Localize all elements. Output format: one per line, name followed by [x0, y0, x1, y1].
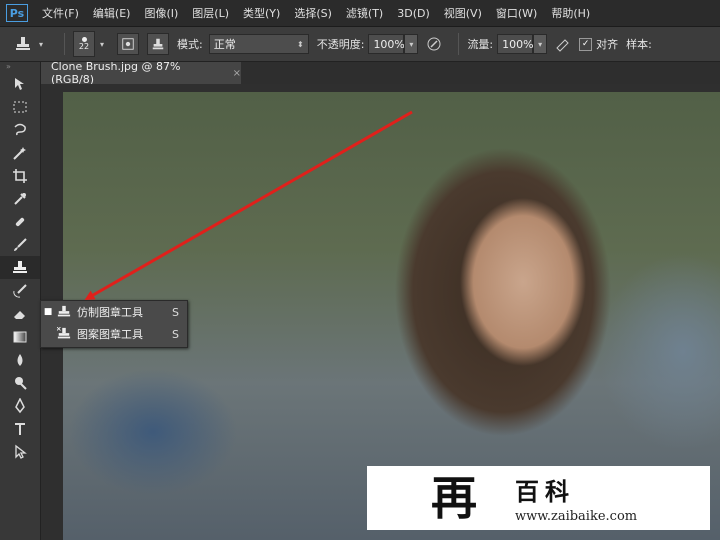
pattern-stamp-icon: [55, 326, 73, 342]
marquee-tool[interactable]: [0, 95, 40, 118]
clone-source-icon: [152, 38, 164, 50]
watermark-url: www.zaibaike.com: [515, 509, 638, 524]
pen-tool[interactable]: [0, 394, 40, 417]
eraser-tool[interactable]: [0, 302, 40, 325]
mode-label: 模式:: [177, 38, 203, 51]
brush-icon: [14, 237, 27, 251]
flyout-item-clone-stamp[interactable]: ■ 仿制图章工具 S: [41, 301, 187, 323]
photoshop-logo: Ps: [6, 4, 28, 22]
magic-wand-tool[interactable]: [0, 141, 40, 164]
opacity-input[interactable]: 100%: [368, 34, 405, 54]
brush-tool[interactable]: [0, 233, 40, 256]
menu-help[interactable]: 帮助(H): [551, 5, 590, 21]
menu-bar: Ps 文件(F) 编辑(E) 图像(I) 图层(L) 类型(Y) 选择(S) 滤…: [0, 0, 720, 27]
clone-stamp-icon: [55, 304, 73, 320]
menu-edit[interactable]: 编辑(E): [93, 5, 131, 21]
pen-icon: [15, 397, 25, 413]
move-tool[interactable]: [0, 72, 40, 95]
collapse-icon[interactable]: »: [0, 62, 40, 72]
history-brush-icon: [13, 283, 27, 298]
stamp-tool-flyout: ■ 仿制图章工具 S 图案图章工具 S: [40, 300, 188, 348]
blur-icon: [17, 353, 23, 366]
menu-window[interactable]: 窗口(W): [496, 5, 537, 21]
aligned-checkbox[interactable]: ✓: [579, 37, 593, 51]
close-icon[interactable]: ×: [233, 68, 241, 79]
airbrush-icon[interactable]: [555, 36, 571, 52]
magic-wand-icon: [13, 146, 26, 160]
type-icon: [15, 422, 25, 435]
mode-value: 正常: [213, 38, 236, 51]
watermark-name: 百科: [515, 477, 575, 506]
menu-view[interactable]: 视图(V): [444, 5, 482, 21]
brush-preset-dropdown[interactable]: ▾: [95, 34, 109, 54]
path-selection-icon: [15, 444, 27, 459]
menu-layer[interactable]: 图层(L): [192, 5, 229, 21]
eraser-icon: [14, 310, 25, 319]
blur-tool[interactable]: [0, 348, 40, 371]
tools-panel: »: [0, 62, 41, 540]
menu-file[interactable]: 文件(F): [42, 5, 79, 21]
menu-3d[interactable]: 3D(D): [397, 7, 430, 20]
clone-stamp-tool[interactable]: [0, 256, 40, 279]
brush-panel-button[interactable]: [117, 33, 139, 55]
brush-size-value: 22: [78, 42, 90, 51]
opacity-dropdown[interactable]: ▾: [404, 34, 419, 54]
shortcut-key: S: [172, 327, 179, 341]
document-tab[interactable]: Clone Brush.jpg @ 87%(RGB/8) ×: [41, 60, 241, 86]
menu-select[interactable]: 选择(S): [294, 5, 332, 21]
gradient-tool[interactable]: [0, 325, 40, 348]
document-tab-title: Clone Brush.jpg @ 87%(RGB/8): [51, 60, 181, 86]
updown-arrows-icon: ⬍: [297, 39, 304, 49]
crop-icon: [13, 168, 27, 183]
opacity-label: 不透明度:: [316, 38, 365, 51]
tool-preset-dropdown[interactable]: ▾: [34, 34, 48, 54]
dodge-tool[interactable]: [0, 371, 40, 394]
watermark-logo-char: 再: [431, 471, 477, 525]
type-tool[interactable]: [0, 417, 40, 440]
tool-preset-picker[interactable]: [12, 33, 34, 55]
crop-tool[interactable]: [0, 164, 40, 187]
brush-panel-icon: [122, 38, 134, 50]
move-icon: [15, 77, 24, 90]
healing-brush-icon: [15, 217, 25, 226]
sample-label: 样本:: [626, 38, 652, 51]
brush-preset-picker[interactable]: 22: [73, 31, 95, 57]
lasso-tool[interactable]: [0, 118, 40, 141]
pressure-opacity-icon[interactable]: [426, 36, 442, 52]
eyedropper-tool[interactable]: [0, 187, 40, 210]
flow-dropdown[interactable]: ▾: [533, 34, 548, 54]
selected-indicator-icon: ■: [43, 307, 53, 317]
shortcut-key: S: [172, 305, 179, 319]
divider: [64, 33, 65, 55]
flow-input[interactable]: 100%: [497, 34, 534, 54]
history-brush-tool[interactable]: [0, 279, 40, 302]
menu-type[interactable]: 类型(Y): [243, 5, 280, 21]
divider: [458, 33, 460, 55]
marquee-icon: [13, 101, 27, 112]
menu-image[interactable]: 图像(I): [144, 5, 178, 21]
clone-source-panel-button[interactable]: [147, 33, 169, 55]
gradient-icon: [13, 331, 27, 342]
flyout-item-label: 图案图章工具: [77, 328, 143, 341]
lasso-icon: [14, 123, 26, 135]
eyedropper-icon: [14, 192, 26, 205]
flow-label: 流量:: [467, 38, 494, 51]
flyout-item-label: 仿制图章工具: [77, 306, 143, 319]
clone-stamp-icon: [13, 260, 27, 273]
document-tab-bar: Clone Brush.jpg @ 87%(RGB/8) ×: [41, 60, 720, 86]
watermark: 再 百科 www.zaibaike.com: [367, 466, 710, 530]
path-selection-tool[interactable]: [0, 440, 40, 463]
clone-stamp-icon: [16, 37, 30, 50]
options-bar: ▾ 22 ▾ 模式: 正常 ⬍ 不透明度: 100% ▾ 流量: 100% ▾ …: [0, 27, 720, 62]
menu-filter[interactable]: 滤镜(T): [346, 5, 383, 21]
mode-select[interactable]: 正常 ⬍: [208, 34, 309, 54]
healing-brush-tool[interactable]: [0, 210, 40, 233]
dodge-icon: [15, 376, 27, 390]
flyout-item-pattern-stamp[interactable]: 图案图章工具 S: [41, 323, 187, 345]
aligned-label: 对齐: [596, 38, 619, 51]
